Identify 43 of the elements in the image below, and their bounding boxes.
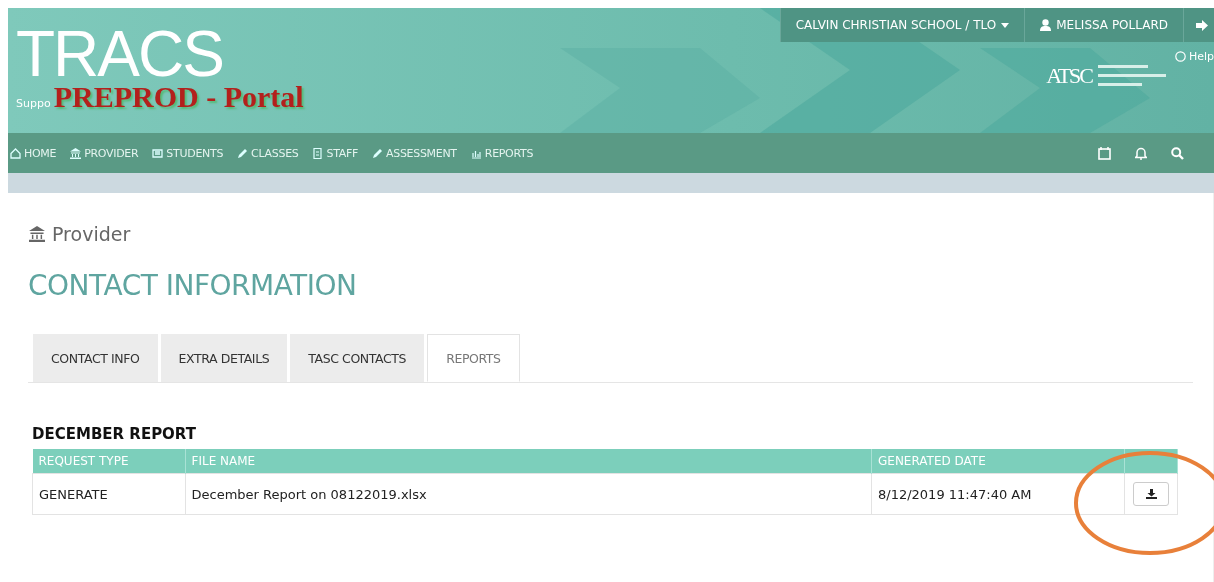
nav-item[interactable]: PROVIDER bbox=[70, 146, 139, 160]
partner-tagline-icon bbox=[1098, 63, 1168, 89]
logout-icon bbox=[1196, 19, 1208, 31]
table-cell: December Report on 08122019.xlsx bbox=[185, 473, 872, 515]
caret-icon bbox=[1001, 22, 1010, 28]
home-icon bbox=[10, 147, 21, 159]
search-icon[interactable] bbox=[1171, 146, 1184, 160]
tab[interactable]: REPORTS bbox=[427, 334, 520, 382]
partner-logo: ATSC bbox=[1046, 63, 1092, 89]
table-cell: 8/12/2019 11:47:40 AM bbox=[871, 473, 1125, 515]
logo-subtitle: Suppo bbox=[16, 97, 51, 110]
help-icon bbox=[1174, 51, 1186, 62]
table-cell: GENERATE bbox=[32, 473, 185, 515]
nav-item[interactable]: STAFF bbox=[312, 146, 358, 160]
user-menu[interactable]: MELISSA POLLARD bbox=[1024, 8, 1183, 42]
organization-dropdown[interactable]: CALVIN CHRISTIAN SCHOOL / TLO bbox=[779, 8, 1025, 42]
page-title: CONTACT INFORMATION bbox=[28, 269, 358, 302]
column-header: GENERATED DATE bbox=[871, 449, 1125, 474]
help-link[interactable]: Help bbox=[1174, 50, 1214, 63]
environment-label: PREPROD - Portal bbox=[53, 80, 304, 114]
pencil-icon bbox=[372, 147, 383, 159]
column-header: REQUEST TYPE bbox=[32, 449, 185, 474]
bank-icon bbox=[28, 226, 46, 242]
nav-item[interactable]: ASSESSMENT bbox=[372, 146, 457, 160]
nav-item[interactable]: REPORTS bbox=[470, 146, 534, 160]
nav-item[interactable]: HOME bbox=[10, 146, 57, 160]
tab[interactable]: TASC CONTACTS bbox=[290, 334, 425, 382]
tab[interactable]: EXTRA DETAILS bbox=[160, 334, 288, 382]
tab[interactable]: CONTACT INFO bbox=[33, 334, 158, 382]
nav-item[interactable]: STUDENTS bbox=[152, 146, 224, 160]
download-button[interactable] bbox=[1133, 482, 1169, 506]
column-header: FILE NAME bbox=[185, 449, 872, 474]
nav-item[interactable]: CLASSES bbox=[237, 146, 299, 160]
user-icon bbox=[1040, 19, 1052, 31]
breadcrumb: Provider bbox=[52, 223, 131, 245]
section-title: DECEMBER REPORT bbox=[32, 425, 197, 443]
app-logo: TRACS bbox=[16, 26, 224, 82]
download-icon bbox=[1145, 489, 1157, 499]
calendar-icon[interactable] bbox=[1098, 146, 1111, 160]
pencil-icon bbox=[237, 147, 249, 159]
logout-button[interactable] bbox=[1183, 8, 1214, 42]
bell-icon[interactable] bbox=[1135, 146, 1147, 160]
bank-icon bbox=[70, 147, 82, 159]
